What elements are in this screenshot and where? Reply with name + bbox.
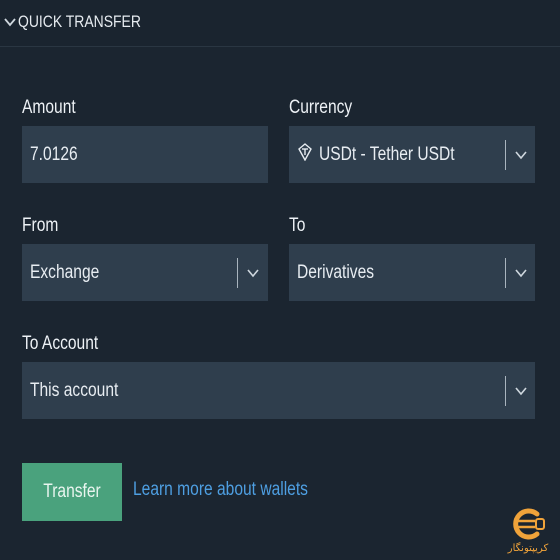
from-label: From [22,215,59,236]
quick-transfer-panel: QUICK TRANSFER Amount 7.0126 Currency US… [0,0,560,560]
amount-value: 7.0126 [30,143,78,165]
learn-more-wallets-link[interactable]: Learn more about wallets [133,479,308,501]
chevron-down-icon [515,151,527,160]
watermark-logo: کریپتونگار [500,505,556,557]
chevron-down-icon [247,269,259,278]
select-divider [505,258,506,288]
chevron-down-icon [515,387,527,396]
currency-select[interactable]: USDt - Tether USDt [289,126,535,183]
watermark-coin-icon [513,508,545,540]
to-value: Derivatives [297,261,375,283]
amount-label: Amount [22,97,76,118]
panel-title: QUICK TRANSFER [18,12,141,31]
to-label: To [289,215,306,236]
from-select[interactable]: Exchange [22,244,268,301]
tether-coin-icon [298,143,312,161]
currency-value: USDt - Tether USDt [319,143,455,165]
to-account-select[interactable]: This account [22,362,535,419]
chevron-down-icon [4,18,16,27]
to-account-label: To Account [22,333,99,354]
to-account-value: This account [30,379,119,401]
transfer-button[interactable]: Transfer [22,463,122,521]
amount-input[interactable]: 7.0126 [22,126,268,183]
select-divider [237,258,238,288]
watermark-text: کریپتونگار [507,543,549,554]
select-divider [505,376,506,406]
transfer-button-label: Transfer [43,481,101,502]
from-value: Exchange [30,261,100,283]
chevron-down-icon [515,269,527,278]
select-divider [505,140,506,170]
to-select[interactable]: Derivatives [289,244,535,301]
panel-header[interactable]: QUICK TRANSFER [0,0,560,47]
currency-label: Currency [289,97,353,118]
